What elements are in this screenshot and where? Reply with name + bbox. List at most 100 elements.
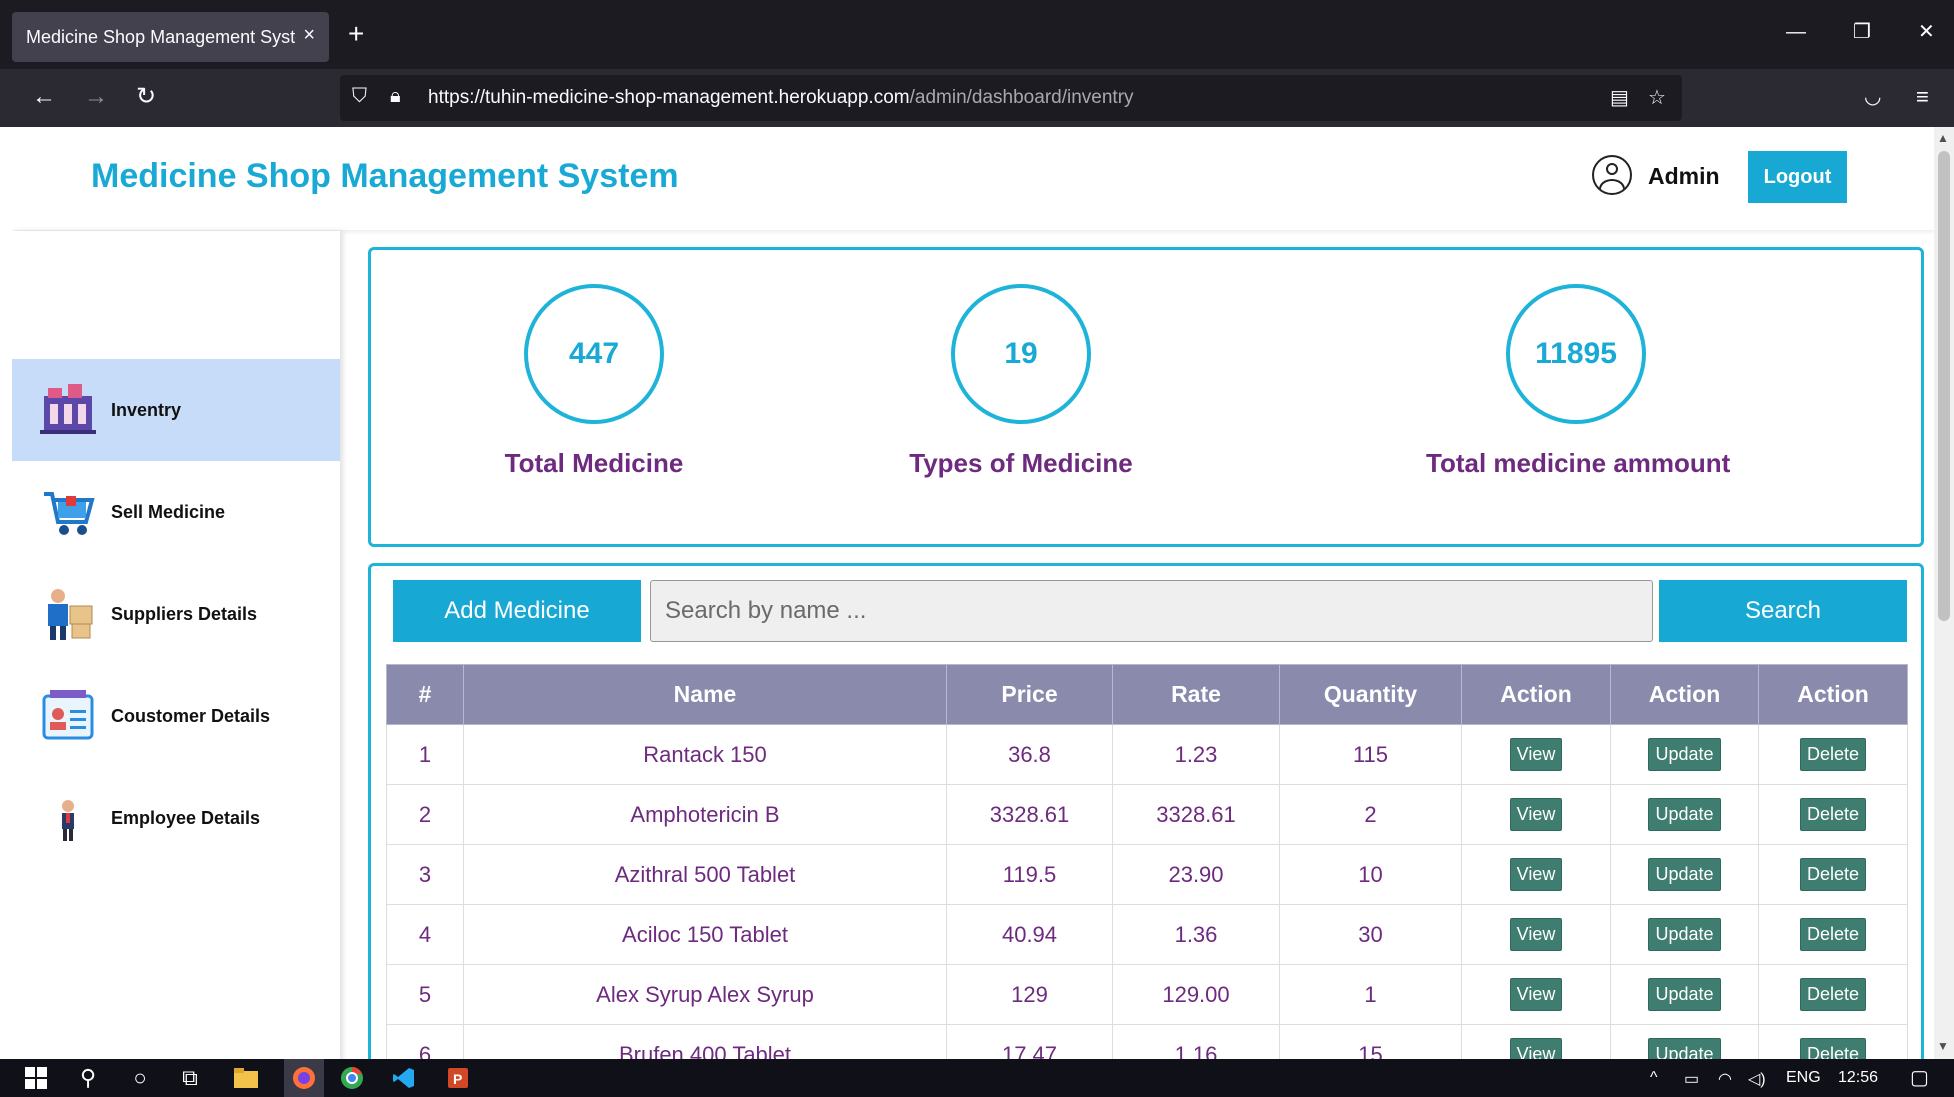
url-path: /admin/dashboard/inventry [909,87,1134,108]
action-cell: View [1461,904,1611,965]
sidebar-item-suppliers-details[interactable]: Suppliers Details [12,563,340,665]
page-scrollbar[interactable]: ▲ ▼ [1934,127,1954,1059]
powerpoint-icon[interactable]: P [444,1065,472,1091]
view-button[interactable]: View [1509,858,1563,891]
stat-total-medicine: 447 Total Medicine [444,284,744,479]
stat-value: 447 [524,284,664,424]
pocket-icon[interactable]: ◡ [1864,83,1881,111]
update-button[interactable]: Update [1648,738,1721,771]
medicine-rate: 129.00 [1112,964,1280,1025]
delete-button[interactable]: Delete [1799,858,1867,891]
user-name: Admin [1648,163,1720,189]
sidebar-item-employee-details[interactable]: Employee Details [12,767,340,869]
back-icon[interactable]: ← [32,83,56,111]
minimize-icon[interactable]: — [1786,22,1806,42]
task-view-icon[interactable]: ⧉ [176,1065,204,1091]
notification-icon[interactable]: ▢ [1910,1065,1929,1090]
medicine-quantity: 30 [1279,904,1462,965]
windows-start-icon[interactable] [22,1065,50,1091]
address-bar[interactable]: ⛉ 🔒︎ https://tuhin-medicine-shop-managem… [340,75,1682,121]
volume-icon[interactable]: ◁) [1748,1069,1766,1089]
battery-icon[interactable]: ▭ [1684,1069,1699,1089]
clock[interactable]: 12:56 [1838,1069,1878,1087]
delete-button[interactable]: Delete [1799,798,1867,831]
update-button[interactable]: Update [1648,1038,1721,1059]
bookmark-star-icon[interactable]: ☆ [1648,85,1666,110]
reader-view-icon[interactable]: ▤ [1610,85,1629,110]
wifi-icon[interactable]: ◠ [1718,1069,1732,1089]
scrollbar-thumb[interactable] [1938,151,1950,621]
sidebar-item-coustomer-details[interactable]: Coustomer Details [12,665,340,767]
medicine-rate: 1.36 [1112,904,1280,965]
lock-icon[interactable]: 🔒︎ [390,85,401,108]
medicine-name: Aciloc 150 Tablet [463,904,947,965]
forward-icon[interactable]: → [84,83,108,111]
table-row: 4 Aciloc 150 Tablet 40.94 1.36 30 View U… [386,904,1908,965]
delete-button[interactable]: Delete [1799,918,1867,951]
add-medicine-button[interactable]: Add Medicine [393,580,641,642]
tray-expand-icon[interactable]: ^ [1650,1069,1658,1087]
logout-button[interactable]: Logout [1748,151,1847,203]
medicine-name: Azithral 500 Tablet [463,844,947,905]
reload-icon[interactable]: ↻ [136,83,156,111]
scroll-up-icon[interactable]: ▲ [1937,131,1949,145]
shield-icon[interactable]: ⛉ [352,85,367,108]
sidebar-item-label: Coustomer Details [111,705,271,726]
medicine-rate: 1.16 [1112,1024,1280,1059]
medicine-price: 40.94 [946,904,1113,965]
close-tab-icon[interactable]: × [303,24,315,47]
inventory-panel: Add Medicine Search # Name Price Rate Qu… [368,563,1924,1059]
column-header: Action [1610,664,1759,725]
vscode-icon[interactable] [390,1065,418,1091]
view-button[interactable]: View [1509,1038,1563,1059]
table-row: 6 Brufen 400 Tablet 17.47 1.16 15 View U… [386,1024,1908,1059]
medicine-quantity: 15 [1279,1024,1462,1059]
restore-icon[interactable]: ❐ [1853,22,1871,42]
action-cell: Update [1610,1024,1759,1059]
view-button[interactable]: View [1509,918,1563,951]
view-button[interactable]: View [1509,798,1563,831]
user-avatar-icon [1592,155,1632,195]
action-cell: View [1461,844,1611,905]
update-button[interactable]: Update [1648,798,1721,831]
action-cell: Update [1610,784,1759,845]
view-button[interactable]: View [1509,738,1563,771]
menu-icon[interactable]: ≡ [1916,83,1929,111]
update-button[interactable]: Update [1648,978,1721,1011]
scroll-down-icon[interactable]: ▼ [1937,1039,1949,1053]
app-header: Medicine Shop Management System Admin Lo… [12,127,1934,230]
medicine-price: 3328.61 [946,784,1113,845]
sidebar: Inventry Sell Medicine Suppliers Details… [12,231,340,1059]
search-icon[interactable]: ⚲ [74,1065,102,1091]
update-button[interactable]: Update [1648,858,1721,891]
firefox-icon[interactable] [284,1059,324,1097]
chrome-icon[interactable] [338,1065,366,1091]
action-cell: Delete [1758,844,1908,905]
cortana-icon[interactable]: ○ [126,1065,154,1091]
sidebar-item-sell-medicine[interactable]: Sell Medicine [12,461,340,563]
action-cell: Delete [1758,1024,1908,1059]
action-cell: Delete [1758,784,1908,845]
search-button[interactable]: Search [1659,580,1907,642]
browser-tabbar: Medicine Shop Management System × + — ❐ … [0,0,1954,69]
delete-button[interactable]: Delete [1799,738,1867,771]
medicine-price: 119.5 [946,844,1113,905]
browser-tab[interactable]: Medicine Shop Management System × [12,12,329,62]
action-cell: Delete [1758,964,1908,1025]
sidebar-item-label: Inventry [111,399,182,420]
update-button[interactable]: Update [1648,918,1721,951]
language-indicator[interactable]: ENG [1786,1069,1821,1087]
sidebar-item-inventry[interactable]: Inventry [12,359,340,461]
new-tab-icon[interactable]: + [348,20,364,48]
delete-button[interactable]: Delete [1799,978,1867,1011]
window-close-icon[interactable]: ✕ [1918,22,1935,42]
column-header: Action [1758,664,1908,725]
url-host: https://tuhin-medicine-shop-management.h… [428,87,910,108]
medicine-quantity: 1 [1279,964,1462,1025]
delete-button[interactable]: Delete [1799,1038,1867,1059]
file-explorer-icon[interactable] [232,1065,260,1091]
stat-types-of-medicine: 19 Types of Medicine [871,284,1171,479]
view-button[interactable]: View [1509,978,1563,1011]
column-header: Action [1461,664,1611,725]
search-input[interactable] [650,580,1653,642]
